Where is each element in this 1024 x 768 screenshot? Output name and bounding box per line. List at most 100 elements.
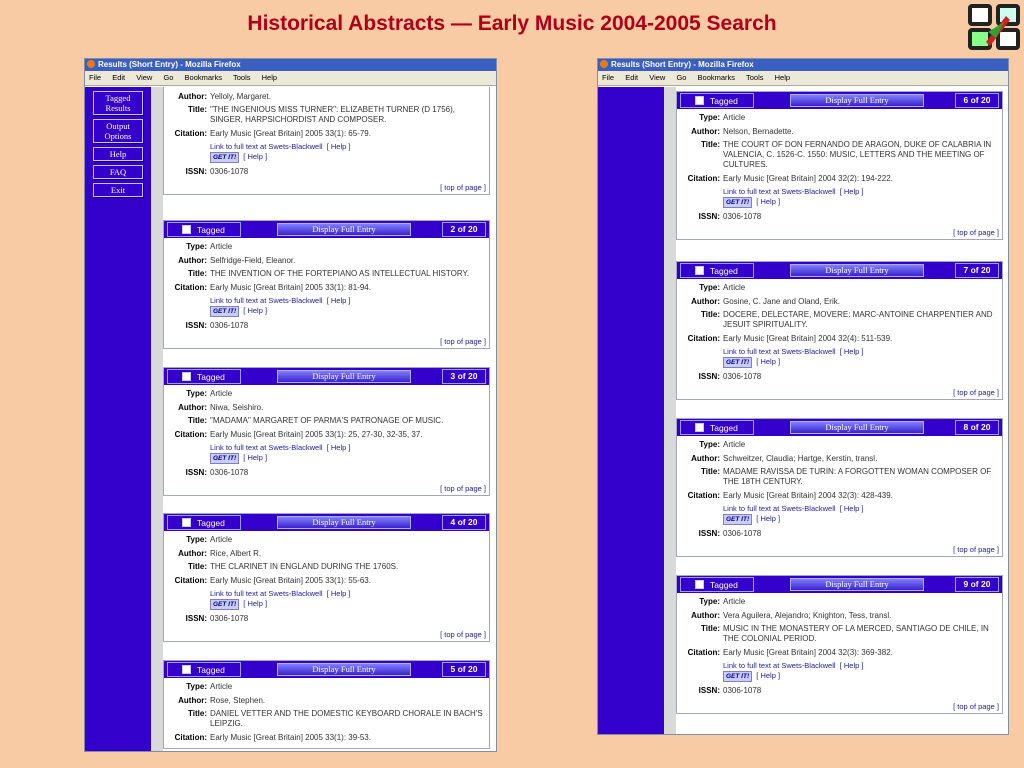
top-of-page-link[interactable]: [ top of page ]	[167, 337, 486, 346]
tag-checkbox-area[interactable]: Tagged	[680, 420, 754, 435]
help-link-text[interactable]: Help	[844, 187, 859, 196]
menu-tools[interactable]: Tools	[746, 73, 764, 82]
help-link-text[interactable]: Help	[760, 197, 775, 206]
fulltext-link[interactable]: Link to full text at Swets-Blackwell	[210, 142, 323, 151]
fulltext-link[interactable]: Link to full text at Swets-Blackwell	[723, 661, 836, 670]
getit-button[interactable]: GET IT!	[210, 453, 240, 465]
getit-button[interactable]: GET IT!	[723, 197, 753, 209]
tag-checkbox-area[interactable]: Tagged	[167, 369, 241, 384]
display-full-entry-button[interactable]: Display Full Entry	[277, 223, 411, 236]
help-link[interactable]: [ Help ]	[239, 306, 267, 315]
exit-button[interactable]: Exit	[93, 183, 143, 197]
help-link-text[interactable]: Help	[844, 504, 859, 513]
top-of-page-link[interactable]: [ top of page ]	[680, 388, 999, 397]
menu-view[interactable]: View	[136, 73, 152, 82]
top-of-page-link[interactable]: [ top of page ]	[680, 545, 999, 554]
tag-checkbox[interactable]	[182, 372, 191, 381]
help-link-text[interactable]: Help	[760, 514, 775, 523]
help-link[interactable]: [ Help ]	[239, 453, 267, 462]
getit-button[interactable]: GET IT!	[723, 671, 753, 683]
help-link[interactable]: [ Help ]	[752, 357, 780, 366]
top-of-page-link[interactable]: [ top of page ]	[167, 183, 486, 192]
display-full-entry-button[interactable]: Display Full Entry	[277, 516, 411, 529]
help-link-text[interactable]: Help	[247, 306, 262, 315]
tag-checkbox-area[interactable]: Tagged	[680, 263, 754, 278]
top-of-page-link[interactable]: [ top of page ]	[167, 484, 486, 493]
top-of-page-text[interactable]: top of page	[444, 484, 482, 493]
display-full-entry-button[interactable]: Display Full Entry	[277, 663, 411, 676]
top-of-page-link[interactable]: [ top of page ]	[680, 228, 999, 237]
display-full-entry-button[interactable]: Display Full Entry	[790, 94, 924, 107]
top-of-page-text[interactable]: top of page	[444, 337, 482, 346]
help-link[interactable]: [ Help ]	[752, 514, 780, 523]
menu-tools[interactable]: Tools	[233, 73, 251, 82]
fulltext-link[interactable]: Link to full text at Swets-Blackwell	[723, 187, 836, 196]
top-of-page-text[interactable]: top of page	[957, 702, 995, 711]
menu-help[interactable]: Help	[775, 73, 790, 82]
output-options-button[interactable]: Output Options	[93, 119, 143, 143]
getit-button[interactable]: GET IT!	[723, 357, 753, 369]
tag-checkbox[interactable]	[182, 665, 191, 674]
top-of-page-text[interactable]: top of page	[957, 388, 995, 397]
fulltext-link[interactable]: Link to full text at Swets-Blackwell	[210, 443, 323, 452]
display-full-entry-button[interactable]: Display Full Entry	[277, 370, 411, 383]
help-link[interactable]: [ Help ]	[752, 671, 780, 680]
help-link-text[interactable]: Help	[247, 152, 262, 161]
top-of-page-link[interactable]: [ top of page ]	[167, 630, 486, 639]
help-link-text[interactable]: Help	[247, 599, 262, 608]
getit-button[interactable]: GET IT!	[723, 514, 753, 526]
top-of-page-text[interactable]: top of page	[444, 183, 482, 192]
fulltext-link[interactable]: Link to full text at Swets-Blackwell	[210, 589, 323, 598]
help-link[interactable]: [ Help ]	[752, 197, 780, 206]
help-link-text[interactable]: Help	[331, 589, 346, 598]
tag-checkbox[interactable]	[695, 266, 704, 275]
display-full-entry-button[interactable]: Display Full Entry	[790, 421, 924, 434]
getit-button[interactable]: GET IT!	[210, 152, 240, 164]
tag-checkbox[interactable]	[695, 96, 704, 105]
help-link-text[interactable]: Help	[844, 661, 859, 670]
tag-checkbox-area[interactable]: Tagged	[167, 515, 241, 530]
help-link-text[interactable]: Help	[844, 347, 859, 356]
tag-checkbox-area[interactable]: Tagged	[680, 93, 754, 108]
tag-checkbox[interactable]	[182, 518, 191, 527]
tag-checkbox[interactable]	[695, 580, 704, 589]
menu-view[interactable]: View	[649, 73, 665, 82]
help-link-text[interactable]: Help	[331, 443, 346, 452]
help-link[interactable]: [ Help ]	[323, 443, 351, 452]
top-of-page-text[interactable]: top of page	[444, 630, 482, 639]
help-link[interactable]: [ Help ]	[323, 589, 351, 598]
getit-button[interactable]: GET IT!	[210, 306, 240, 318]
help-link-text[interactable]: Help	[331, 296, 346, 305]
tag-checkbox[interactable]	[695, 423, 704, 432]
top-of-page-text[interactable]: top of page	[957, 545, 995, 554]
help-link[interactable]: [ Help ]	[836, 661, 864, 670]
menu-bookmarks[interactable]: Bookmarks	[698, 73, 736, 82]
help-link-text[interactable]: Help	[760, 357, 775, 366]
tag-checkbox-area[interactable]: Tagged	[167, 222, 241, 237]
faq-button[interactable]: FAQ	[93, 165, 143, 179]
menu-edit[interactable]: Edit	[625, 73, 638, 82]
tag-checkbox[interactable]	[182, 225, 191, 234]
help-link[interactable]: [ Help ]	[239, 152, 267, 161]
help-link-text[interactable]: Help	[760, 671, 775, 680]
menu-go[interactable]: Go	[163, 73, 173, 82]
display-full-entry-button[interactable]: Display Full Entry	[790, 264, 924, 277]
top-of-page-text[interactable]: top of page	[957, 228, 995, 237]
fulltext-link[interactable]: Link to full text at Swets-Blackwell	[723, 504, 836, 513]
help-link[interactable]: [ Help ]	[836, 504, 864, 513]
menu-file[interactable]: File	[89, 73, 101, 82]
display-full-entry-button[interactable]: Display Full Entry	[790, 578, 924, 591]
fulltext-link[interactable]: Link to full text at Swets-Blackwell	[723, 347, 836, 356]
tagged-results-button[interactable]: Tagged Results	[93, 91, 143, 115]
help-button[interactable]: Help	[93, 147, 143, 161]
menu-bookmarks[interactable]: Bookmarks	[185, 73, 223, 82]
help-link[interactable]: [ Help ]	[323, 296, 351, 305]
menu-file[interactable]: File	[602, 73, 614, 82]
menu-help[interactable]: Help	[262, 73, 277, 82]
help-link[interactable]: [ Help ]	[239, 599, 267, 608]
getit-button[interactable]: GET IT!	[210, 599, 240, 611]
help-link-text[interactable]: Help	[247, 453, 262, 462]
tag-checkbox-area[interactable]: Tagged	[680, 577, 754, 592]
help-link-text[interactable]: Help	[331, 142, 346, 151]
menu-go[interactable]: Go	[676, 73, 686, 82]
